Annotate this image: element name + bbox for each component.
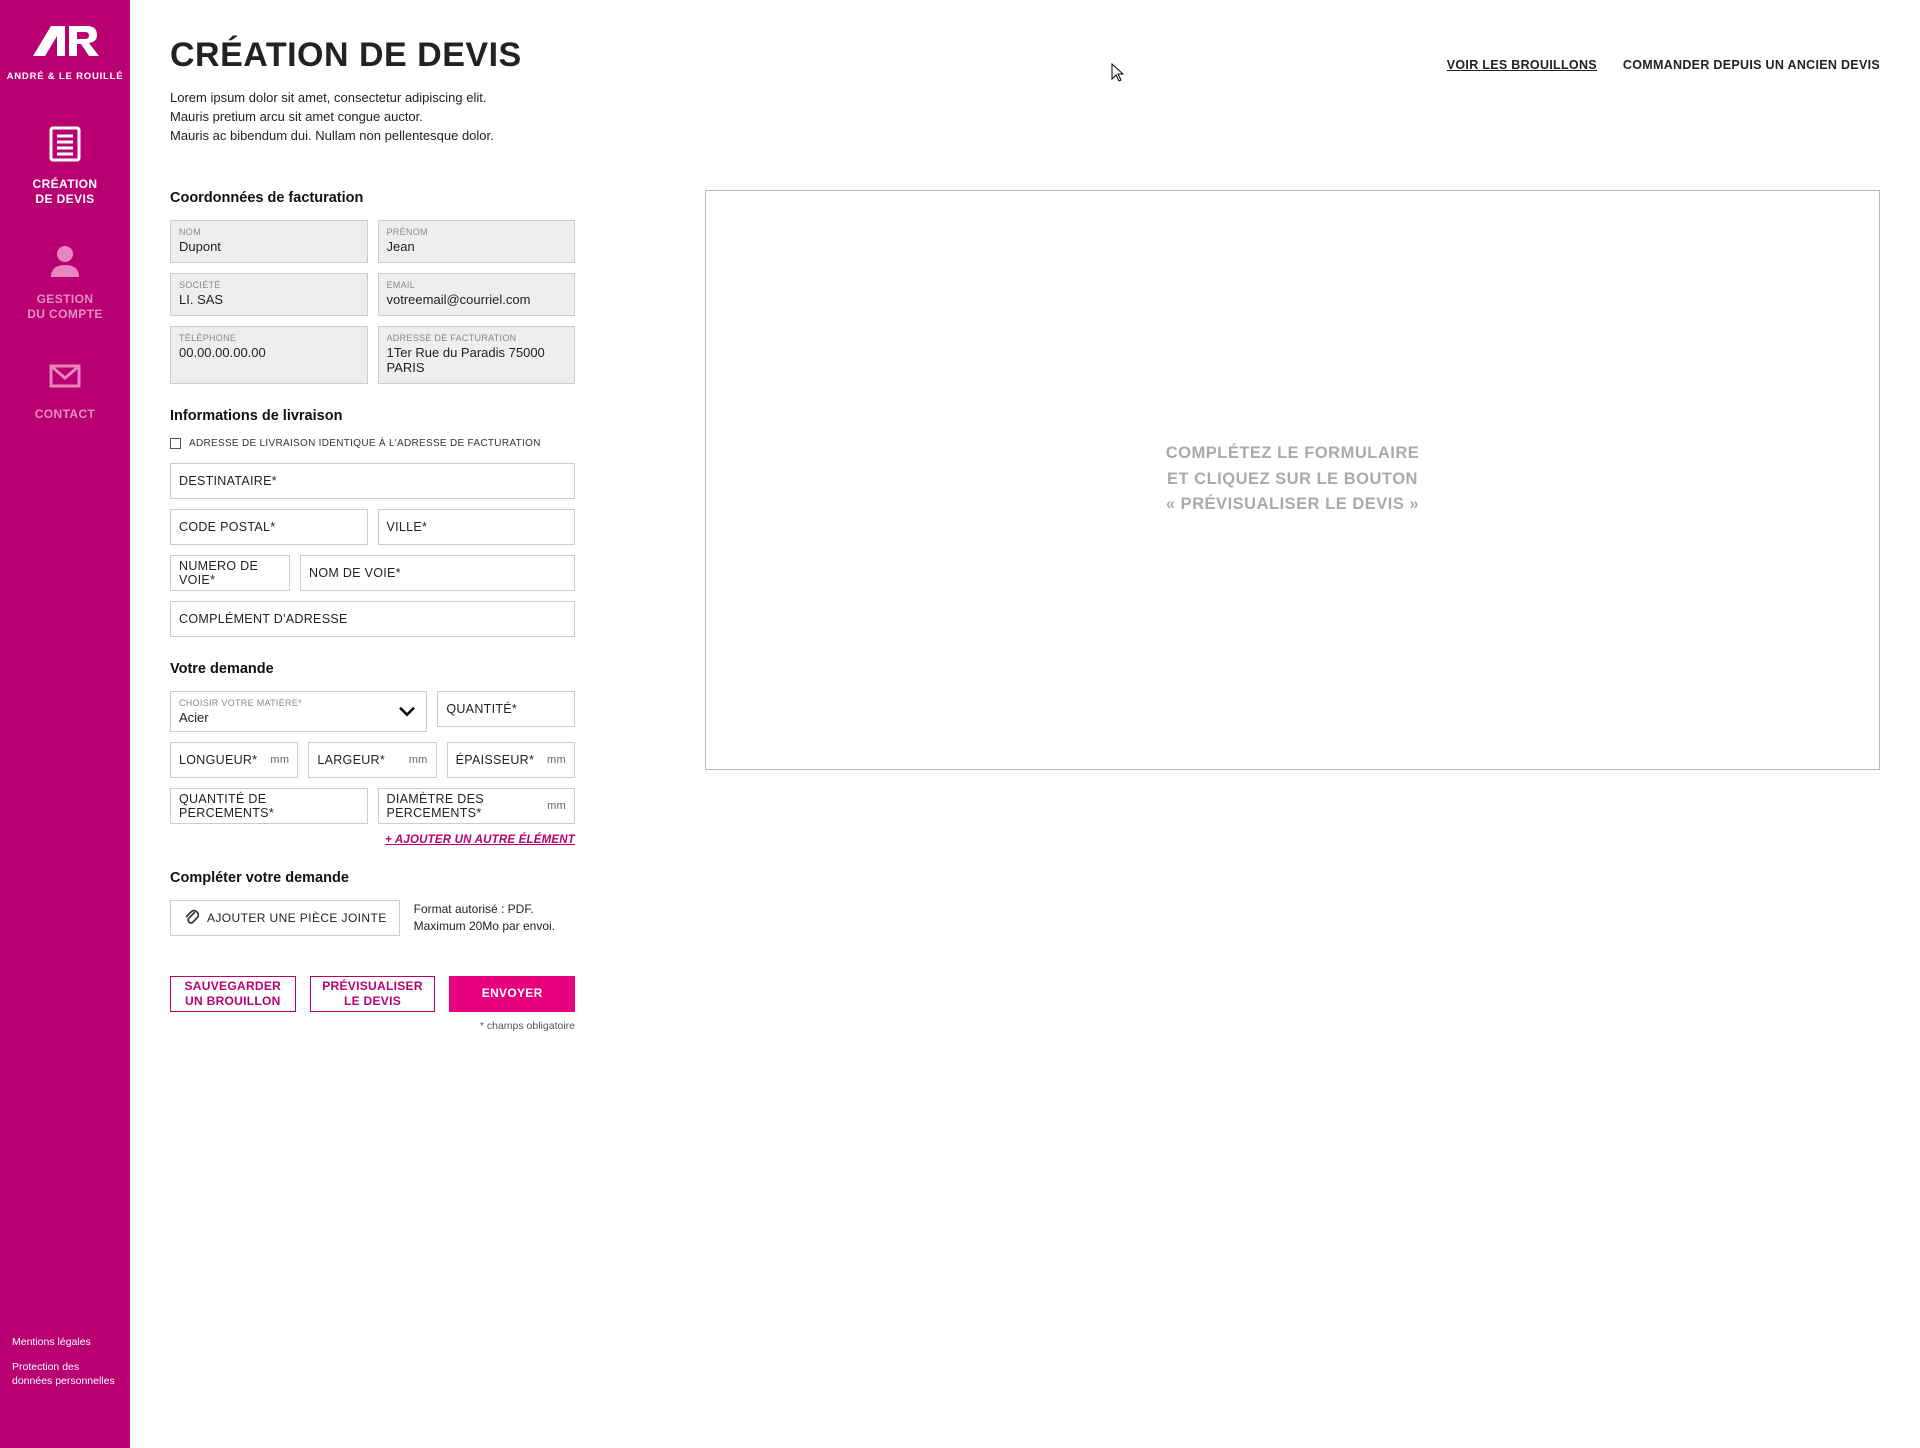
user-icon [27, 241, 103, 286]
sidebar-item-label: CONTACT [35, 407, 96, 422]
request-title: Votre demande [170, 661, 575, 677]
page-subtitle: Lorem ipsum dolor sit amet, consectetur … [170, 89, 522, 146]
send-button[interactable]: ENVOYER [449, 976, 575, 1012]
required-note: * champs obligatoire [170, 1020, 575, 1032]
sidebar-item-label: GESTION DU COMPTE [27, 292, 103, 322]
attach-button[interactable]: AJOUTER UNE PIÈCE JOINTE [170, 900, 400, 936]
brand-logo: ANDRÉ & LE ROUILLÉ [7, 22, 124, 82]
code-postal-input[interactable]: CODE POSTAL* [170, 509, 368, 545]
reorder-link[interactable]: COMMANDER DEPUIS UN ANCIEN DEVIS [1623, 58, 1880, 72]
preview-panel: COMPLÉTEZ LE FORMULAIRE ET CLIQUEZ SUR L… [705, 190, 1880, 770]
attach-format-note: Format autorisé : PDF. Maximum 20Mo par … [414, 901, 555, 933]
header-links: VOIR LES BROUILLONS COMMANDER DEPUIS UN … [1447, 58, 1880, 72]
numero-voie-input[interactable]: NUMERO DE VOIE* [170, 555, 290, 591]
brand-name: ANDRÉ & LE ROUILLÉ [7, 71, 124, 82]
ville-input[interactable]: VILLE* [378, 509, 576, 545]
complement-adresse-input[interactable]: COMPLÉMENT D'ADRESSE [170, 601, 575, 637]
same-address-label: ADRESSE DE LIVRAISON IDENTIQUE À L'ADRES… [189, 438, 541, 449]
shipping-section: Informations de livraison ADRESSE DE LIV… [170, 408, 575, 637]
paperclip-icon [183, 907, 199, 928]
prenom-field: PRÉNOM Jean [378, 220, 576, 263]
longueur-input[interactable]: LONGUEUR*mm [170, 742, 298, 778]
societe-field: SOCIÉTÉ LI. SAS [170, 273, 368, 316]
qte-percements-input[interactable]: QUANTITÉ DE PERCEMENTS* [170, 788, 368, 824]
adresse-facturation-field: ADRESSE DE FACTURATION 1Ter Rue du Parad… [378, 326, 576, 384]
email-field: EMAIL votreemail@courriel.com [378, 273, 576, 316]
diam-percements-input[interactable]: DIAMÈTRE DES PERCEMENTS*mm [378, 788, 576, 824]
billing-section: Coordonnées de facturation NOM Dupont PR… [170, 190, 575, 384]
matiere-select[interactable]: CHOISIR VOTRE MATIÈRE* Acier [170, 691, 427, 732]
chevron-down-icon [398, 705, 416, 723]
button-row: SAUVEGARDER UN BROUILLON PRÉVISUALISER L… [170, 976, 575, 1012]
preview-button[interactable]: PRÉVISUALISER LE DEVIS [310, 976, 436, 1012]
destinataire-input[interactable]: DESTINATAIRE* [170, 463, 575, 499]
epaisseur-input[interactable]: ÉPAISSEUR*mm [447, 742, 575, 778]
nom-field: NOM Dupont [170, 220, 368, 263]
nom-voie-input[interactable]: NOM DE VOIE* [300, 555, 575, 591]
same-address-row[interactable]: ADRESSE DE LIVRAISON IDENTIQUE À L'ADRES… [170, 438, 575, 449]
quantite-input[interactable]: QUANTITÉ* [437, 691, 575, 727]
mail-icon [35, 356, 96, 401]
sidebar-item-label: CRÉATION DE DEVIS [33, 177, 98, 207]
complete-section: Compléter votre demande AJOUTER UNE PIÈC… [170, 870, 575, 936]
main-content: CRÉATION DE DEVIS Lorem ipsum dolor sit … [130, 0, 1920, 1448]
telephone-field: TÉLÉPHONE 00.00.00.00.00 [170, 326, 368, 384]
save-draft-button[interactable]: SAUVEGARDER UN BROUILLON [170, 976, 296, 1012]
sidebar-footer: Mentions légales Protection des données … [0, 1325, 130, 1448]
privacy-link[interactable]: Protection des données personnelles [12, 1360, 118, 1388]
billing-title: Coordonnées de facturation [170, 190, 575, 206]
request-section: Votre demande CHOISIR VOTRE MATIÈRE* Aci… [170, 661, 575, 846]
same-address-checkbox[interactable] [170, 438, 181, 449]
logo-icon [29, 22, 101, 62]
page-title: CRÉATION DE DEVIS [170, 36, 522, 75]
sidebar-item-contact[interactable]: CONTACT [35, 356, 96, 422]
sidebar-item-gestion-compte[interactable]: GESTION DU COMPTE [27, 241, 103, 322]
add-element-link[interactable]: + AJOUTER UN AUTRE ÉLÉMENT [170, 834, 575, 846]
shipping-title: Informations de livraison [170, 408, 575, 424]
document-icon [33, 122, 98, 171]
complete-title: Compléter votre demande [170, 870, 575, 886]
preview-placeholder: COMPLÉTEZ LE FORMULAIRE ET CLIQUEZ SUR L… [1166, 441, 1420, 518]
sidebar-item-creation-devis[interactable]: CRÉATION DE DEVIS [33, 122, 98, 207]
sidebar: ANDRÉ & LE ROUILLÉ CRÉATION DE DEVIS GES… [0, 0, 130, 1448]
largeur-input[interactable]: LARGEUR*mm [308, 742, 436, 778]
legal-link[interactable]: Mentions légales [12, 1335, 118, 1349]
view-drafts-link[interactable]: VOIR LES BROUILLONS [1447, 58, 1597, 72]
